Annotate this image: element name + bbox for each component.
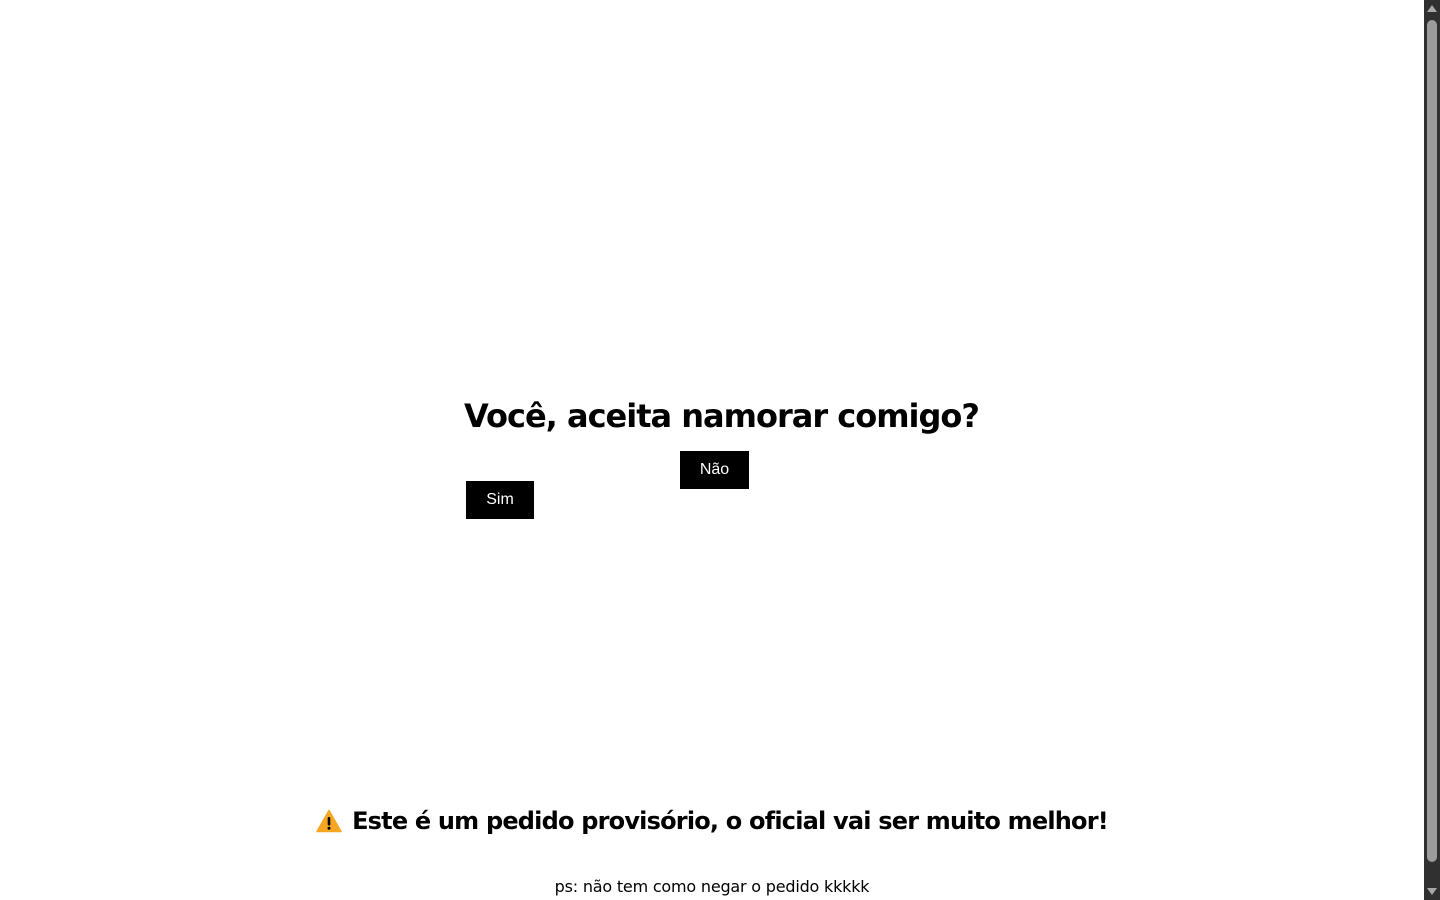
provisional-notice: Este é um pedido provisório, o oficial v… (0, 803, 1424, 839)
footnote: ps: não tem como negar o pedido kkkkk (554, 877, 870, 896)
warning-icon (316, 809, 342, 833)
question-heading: Você, aceita namorar comigo? (464, 397, 980, 435)
scroll-down-arrow-icon[interactable] (1427, 888, 1437, 895)
scrollbar-thumb[interactable] (1427, 20, 1437, 862)
notice-text: Este é um pedido provisório, o oficial v… (352, 807, 1109, 835)
page: Você, aceita namorar comigo? Não Sim Est… (0, 0, 1424, 900)
yes-button[interactable]: Sim (466, 481, 534, 519)
scroll-up-arrow-icon[interactable] (1427, 5, 1437, 12)
no-button[interactable]: Não (680, 451, 749, 489)
vertical-scrollbar[interactable] (1424, 0, 1440, 900)
